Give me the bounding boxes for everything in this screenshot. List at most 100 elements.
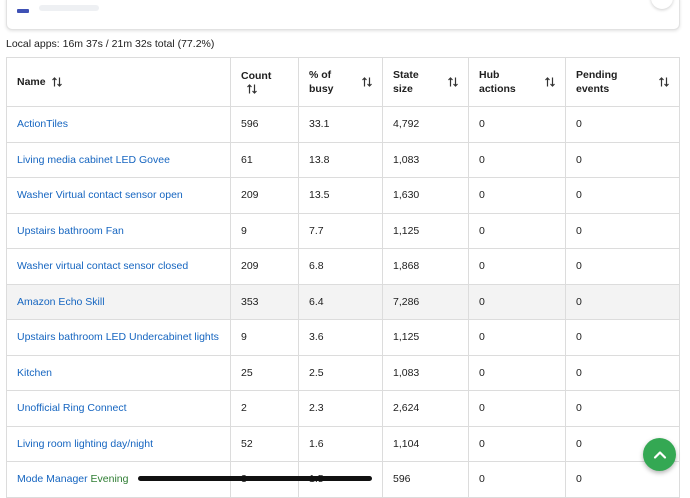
cell-pending-events: 0 — [565, 212, 680, 249]
sort-arrows-icon[interactable] — [544, 76, 556, 88]
cell-busy: 33.1 — [298, 106, 383, 143]
cell-hub-actions: 0 — [468, 141, 566, 178]
cell-count: 209 — [230, 248, 299, 285]
cell-hub-actions: 0 — [468, 106, 566, 143]
cell-pending-events: 0 — [565, 141, 680, 178]
cell-busy: 13.8 — [298, 141, 383, 178]
cell-pending-events: 0 — [565, 319, 680, 356]
cell-hub-actions: 0 — [468, 319, 566, 356]
cell-count: 25 — [230, 354, 299, 391]
cell-name: Washer virtual contact sensor closed — [6, 248, 231, 285]
cell-state-size: 4,792 — [382, 106, 469, 143]
table-row: Washer virtual contact sensor closed 209… — [6, 248, 680, 285]
checkbox-icon[interactable] — [17, 9, 29, 13]
table-row: Living room lighting day/night 52 1.6 1,… — [6, 425, 680, 462]
app-link[interactable]: Washer virtual contact sensor closed — [17, 260, 188, 272]
sort-arrows-icon[interactable] — [447, 76, 459, 88]
cell-state-size: 1,104 — [382, 425, 469, 462]
cell-count: 9 — [230, 319, 299, 356]
cell-busy: 3.6 — [298, 319, 383, 356]
top-card-label — [39, 5, 99, 11]
column-header-hub-actions[interactable]: Hub actions — [468, 57, 566, 107]
cell-count: 596 — [230, 106, 299, 143]
cell-pending-events: 0 — [565, 283, 680, 320]
cell-state-size: 1,083 — [382, 354, 469, 391]
table-row: ActionTiles 596 33.1 4,792 0 0 — [6, 106, 680, 143]
cell-busy: 6.4 — [298, 283, 383, 320]
app-link[interactable]: Mode Manager — [17, 473, 88, 485]
app-link[interactable]: Amazon Echo Skill — [17, 296, 105, 308]
cell-state-size: 7,286 — [382, 283, 469, 320]
app-state: Evening — [90, 473, 129, 486]
round-button[interactable] — [651, 0, 673, 9]
cell-name: Amazon Echo Skill — [6, 283, 231, 320]
cell-hub-actions: 0 — [468, 177, 566, 214]
cell-state-size: 596 — [382, 461, 469, 498]
cell-state-size: 1,868 — [382, 248, 469, 285]
cell-name: Unofficial Ring Connect — [6, 390, 231, 427]
gesture-home-bar[interactable] — [138, 476, 372, 481]
cell-count: 52 — [230, 425, 299, 462]
table-row: Kitchen 25 2.5 1,083 0 0 — [6, 354, 680, 391]
app-link[interactable]: Unofficial Ring Connect — [17, 402, 127, 414]
top-card — [6, 0, 680, 30]
cell-hub-actions: 0 — [468, 461, 566, 498]
cell-hub-actions: 0 — [468, 354, 566, 391]
scroll-top-button[interactable] — [643, 438, 676, 471]
column-header-pending-events[interactable]: Pending events — [565, 57, 680, 107]
sort-arrows-icon[interactable] — [51, 76, 63, 88]
column-header-busy[interactable]: % of busy — [298, 57, 383, 107]
sort-arrows-icon[interactable] — [246, 83, 258, 95]
apps-stats-table: Name Count % of busy State size Hub acti… — [6, 57, 680, 498]
cell-hub-actions: 0 — [468, 390, 566, 427]
cell-count: 61 — [230, 141, 299, 178]
cell-state-size: 2,624 — [382, 390, 469, 427]
app-link[interactable]: ActionTiles — [17, 118, 68, 130]
cell-busy: 2.3 — [298, 390, 383, 427]
cell-name: Kitchen — [6, 354, 231, 391]
cell-busy: 7.7 — [298, 212, 383, 249]
cell-pending-events: 0 — [565, 106, 680, 143]
cell-name: Washer Virtual contact sensor open — [6, 177, 231, 214]
cell-hub-actions: 0 — [468, 425, 566, 462]
local-apps-summary: Local apps: 16m 37s / 21m 32s total (77.… — [6, 38, 215, 50]
table-row-highlighted: Amazon Echo Skill 353 6.4 7,286 0 0 — [6, 283, 680, 320]
table-row: Upstairs bathroom LED Undercabinet light… — [6, 319, 680, 356]
cell-busy: 6.8 — [298, 248, 383, 285]
cell-name: ActionTiles — [6, 106, 231, 143]
column-header-name[interactable]: Name — [6, 57, 231, 107]
cell-pending-events: 0 — [565, 354, 680, 391]
cell-name: Upstairs bathroom Fan — [6, 212, 231, 249]
cell-hub-actions: 0 — [468, 212, 566, 249]
cell-count: 9 — [230, 212, 299, 249]
cell-state-size: 1,125 — [382, 212, 469, 249]
app-link[interactable]: Living room lighting day/night — [17, 438, 153, 450]
cell-state-size: 1,083 — [382, 141, 469, 178]
column-header-count[interactable]: Count — [230, 57, 299, 107]
column-header-state-size[interactable]: State size — [382, 57, 469, 107]
cell-busy: 2.5 — [298, 354, 383, 391]
app-link[interactable]: Upstairs bathroom Fan — [17, 225, 124, 237]
table-row: Washer Virtual contact sensor open 209 1… — [6, 177, 680, 214]
table-header-row: Name Count % of busy State size Hub acti… — [6, 57, 680, 107]
cell-hub-actions: 0 — [468, 248, 566, 285]
sort-arrows-icon[interactable] — [658, 76, 670, 88]
cell-hub-actions: 0 — [468, 283, 566, 320]
cell-count: 353 — [230, 283, 299, 320]
cell-pending-events: 0 — [565, 390, 680, 427]
cell-count: 2 — [230, 390, 299, 427]
cell-count: 209 — [230, 177, 299, 214]
app-link[interactable]: Kitchen — [17, 367, 52, 379]
table-row: Upstairs bathroom Fan 9 7.7 1,125 0 0 — [6, 212, 680, 249]
table-row: Unofficial Ring Connect 2 2.3 2,624 0 0 — [6, 390, 680, 427]
app-link[interactable]: Upstairs bathroom LED Undercabinet light… — [17, 331, 219, 343]
cell-state-size: 1,125 — [382, 319, 469, 356]
cell-busy: 1.6 — [298, 425, 383, 462]
cell-busy: 13.5 — [298, 177, 383, 214]
app-link[interactable]: Living media cabinet LED Govee — [17, 154, 170, 166]
app-link[interactable]: Washer Virtual contact sensor open — [17, 189, 183, 201]
cell-name: Living media cabinet LED Govee — [6, 141, 231, 178]
sort-arrows-icon[interactable] — [361, 76, 373, 88]
cell-pending-events: 0 — [565, 177, 680, 214]
chevron-up-icon — [653, 450, 666, 459]
